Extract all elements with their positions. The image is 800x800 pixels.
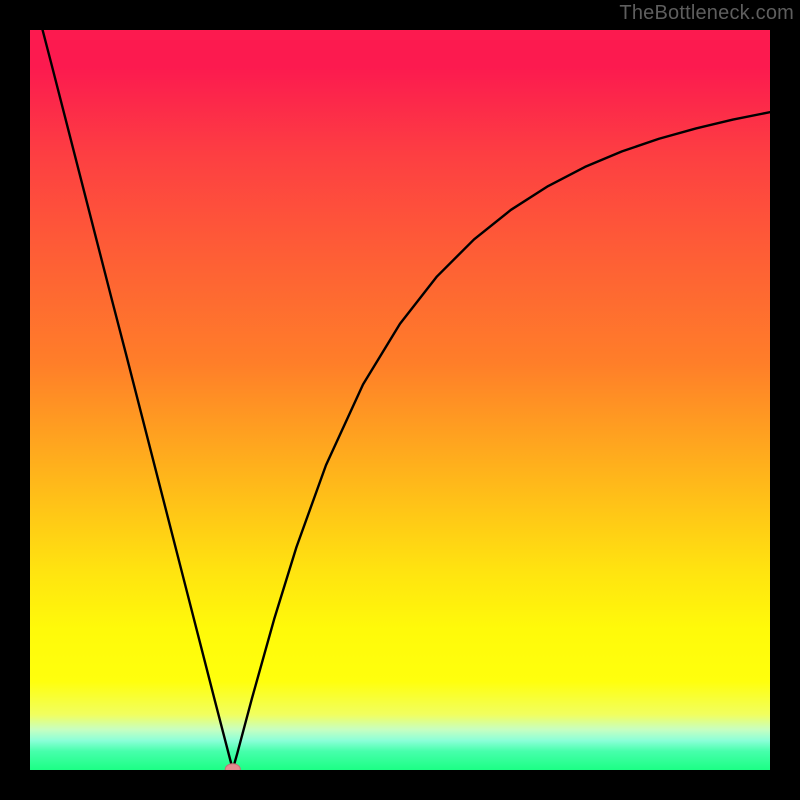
curve-svg bbox=[30, 30, 770, 770]
watermark-text: TheBottleneck.com bbox=[619, 2, 794, 25]
plot-area bbox=[30, 30, 770, 770]
bottleneck-curve bbox=[43, 30, 770, 769]
chart-frame: TheBottleneck.com bbox=[0, 0, 800, 800]
minimum-marker bbox=[225, 764, 240, 770]
